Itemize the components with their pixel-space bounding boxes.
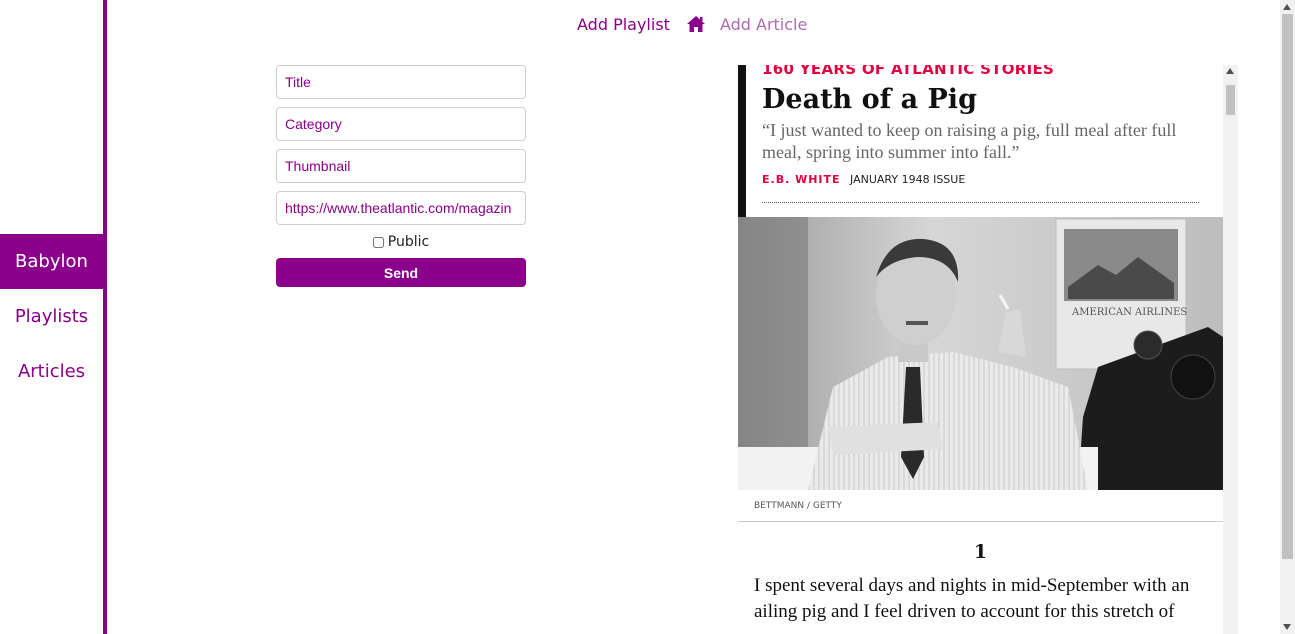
add-playlist-link[interactable]: Add Playlist <box>577 15 670 34</box>
home-icon[interactable] <box>686 15 706 33</box>
article-body: I spent several days and nights in mid-S… <box>754 575 1190 622</box>
page-scrollbar[interactable] <box>1280 0 1295 634</box>
header-rule <box>738 65 746 217</box>
article-preview-content: 160 YEARS OF ATLANTIC STORIES Death of a… <box>738 65 1223 634</box>
article-preview-frame[interactable]: 160 YEARS OF ATLANTIC STORIES Death of a… <box>738 65 1238 634</box>
public-row: Public <box>276 232 526 252</box>
article-headline: Death of a Pig <box>762 84 977 115</box>
add-article-form: Public Send <box>276 65 526 287</box>
page-scroll-thumb[interactable] <box>1282 14 1293 559</box>
page-scroll-down-icon[interactable] <box>1283 624 1291 630</box>
poster-sign: AMERICAN AIRLINES <box>1071 307 1187 318</box>
dotted-divider <box>762 202 1199 203</box>
article-photo: AMERICAN AIRLINES <box>738 217 1223 490</box>
article-kicker: 160 YEARS OF ATLANTIC STORIES <box>762 65 1055 78</box>
url-input[interactable] <box>276 191 526 225</box>
sidebar-item-articles[interactable]: Articles <box>0 344 103 399</box>
preview-scroll-thumb[interactable] <box>1226 85 1235 115</box>
article-dek: “I just wanted to keep on raising a pig,… <box>762 120 1177 162</box>
article-author[interactable]: E.B. WHITE <box>762 173 841 186</box>
sidebar-border <box>103 0 107 634</box>
send-button[interactable]: Send <box>276 258 526 287</box>
preview-scrollbar[interactable] <box>1223 65 1238 634</box>
article-byline: E.B. WHITE JANUARY 1948 ISSUE <box>762 173 965 186</box>
public-checkbox[interactable] <box>372 236 384 248</box>
top-nav: Add Playlist Add Article <box>577 12 807 36</box>
section-number: 1 <box>973 541 988 563</box>
photo-credit: BETTMANN / GETTY <box>754 501 842 511</box>
category-input[interactable] <box>276 107 526 141</box>
public-label: Public <box>387 234 430 250</box>
sidebar-item-playlists[interactable]: Playlists <box>0 289 103 344</box>
title-input[interactable] <box>276 65 526 99</box>
sidebar-item-babylon[interactable]: Babylon <box>0 234 103 289</box>
add-article-link[interactable]: Add Article <box>720 15 807 34</box>
preview-scroll-up-icon[interactable] <box>1226 68 1234 74</box>
sidebar: Babylon Playlists Articles <box>0 0 103 634</box>
credit-divider <box>738 521 1223 522</box>
page-scroll-up-icon[interactable] <box>1283 4 1291 10</box>
article-issue: JANUARY 1948 ISSUE <box>850 173 966 186</box>
thumbnail-input[interactable] <box>276 149 526 183</box>
